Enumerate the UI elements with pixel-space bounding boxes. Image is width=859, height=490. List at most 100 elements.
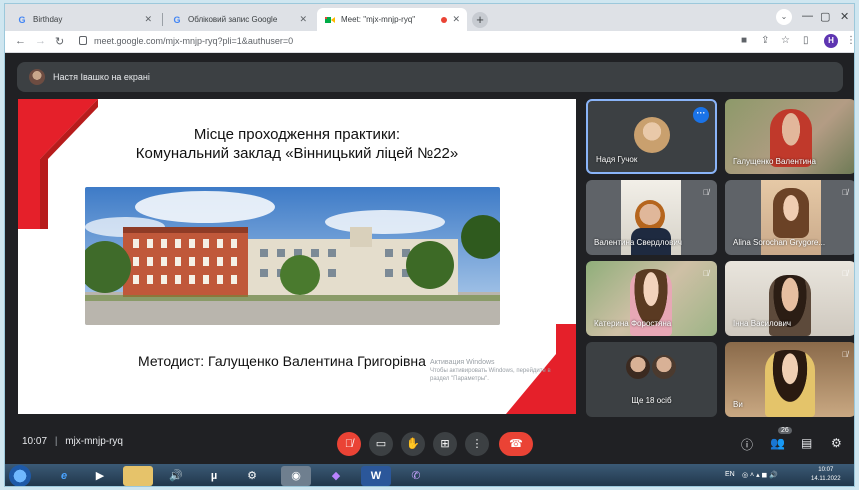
watermark-line: раздел "Параметры". [430,376,489,382]
word-icon[interactable]: W [361,466,391,486]
profile-avatar[interactable]: H [824,34,838,48]
share-icon[interactable]: ⇪ [761,35,769,46]
language-indicator[interactable]: EN [725,471,735,478]
tab-birthday[interactable]: G Birthday ✕ [9,8,159,31]
close-icon[interactable]: ✕ [452,14,460,25]
participant-avatar [634,117,670,153]
chat-icon[interactable]: ▤ [801,436,812,450]
camera-toggle-button[interactable]: ▭ [369,432,393,456]
chrome-icon[interactable]: ◉ [281,466,311,486]
clock-date: 14.11.2022 [811,476,841,482]
google-g-icon: G [173,14,181,25]
mic-off-icon: 🎙̸ [842,350,848,359]
participant-name: Інна Василович [733,319,792,328]
maximize-icon[interactable]: ▢ [820,10,830,23]
activities-icon[interactable]: ⚙ [831,436,842,450]
meet-logo-icon [325,15,335,25]
new-tab-button[interactable]: + [472,12,488,28]
mic-toggle-button[interactable]: 🎙̸ [337,432,361,456]
screen: G Birthday ✕ G Обліковий запис Google ✕ … [4,3,855,487]
minimize-icon[interactable]: — [802,10,813,22]
participant-video [765,350,815,417]
participant-name: Валентина Свердлович [594,238,682,247]
mic-off-icon: 🎙̸ [703,269,709,278]
participant-tile-self[interactable]: 🎙̸ Ви [725,342,854,417]
close-window-icon[interactable]: ✕ [840,10,849,23]
side-panel-icon[interactable]: ▯ [803,35,809,46]
close-icon[interactable]: ✕ [144,14,152,25]
meeting-code: mjx-mnjp-ryq [65,436,123,447]
presenter-avatar [29,69,45,85]
recording-dot-icon [441,16,447,23]
bookmark-star-icon[interactable]: ☆ [781,35,790,46]
end-call-button[interactable]: ☎ [499,432,533,456]
slide-title: Місце проходження практики: Комунальний … [18,125,576,163]
tab-title: Meet: "mjx-mnjp-ryq" [341,15,416,24]
slide-methodist: Методист: Галущенко Валентина Григорівна [138,353,426,369]
media-player-icon[interactable]: ▶ [85,466,115,486]
meeting-details-icon[interactable]: ⓘ [741,436,753,453]
tab-title: Birthday [33,15,63,24]
participant-tile[interactable]: 🎙̸ Інна Василович [725,261,854,336]
tab-title: Обліковий запис Google [188,15,278,24]
participant-name: Ви [733,400,743,409]
tab-google-account[interactable]: G Обліковий запис Google ✕ [164,8,314,31]
participant-tile[interactable]: 🎙̸ Alina Sorochan Grygore... [725,180,854,255]
meeting-info-separator: | [54,436,58,447]
tab-meet[interactable]: Meet: "mjx-mnjp-ryq" ✕ [317,8,467,31]
meet-control-bar: 10:07 | mjx-mnjp-ryq 🎙̸ ▭ ✋ ⊞ ⋮ ☎ ⓘ 👥 26… [5,422,854,462]
browser-menu-icon[interactable]: ⋮ [846,35,854,46]
mic-off-icon: 🎙̸ [842,269,848,278]
tab-separator [162,13,163,26]
start-button[interactable] [9,465,31,486]
audio-app-icon[interactable]: 🔊 [161,466,191,486]
lock-icon[interactable] [79,36,87,45]
participant-avatar [652,355,676,379]
more-options-button[interactable]: ⋮ [465,432,489,456]
presenter-banner-text: Настя Івашко на екрані [53,72,150,82]
internet-explorer-icon[interactable]: e [49,466,79,486]
meeting-time: 10:07 [22,436,48,447]
school-photo [85,187,500,325]
tray-icons[interactable]: ◎ ˄ ▴ ◼ 🔊 [742,471,778,479]
forward-icon[interactable]: → [35,35,46,47]
torrent-icon[interactable]: µ [199,466,229,486]
participant-tile[interactable]: 🎙̸ Валентина Свердлович [586,180,717,255]
watermark-line: Чтобы активировать Windows, перейдите в [430,368,551,374]
participant-tile[interactable]: 🎙̸ Катерина Форостяна [586,261,717,336]
slide-title-line-2: Комунальний заклад «Вінницький ліцей №22… [135,145,459,162]
url-bar[interactable]: meet.google.com/mjx-mnjp-ryq?pli=1&authu… [94,36,293,46]
more-options-icon[interactable]: ··· [693,107,709,123]
close-icon[interactable]: ✕ [299,14,307,25]
people-icon[interactable]: 👥 [770,436,785,450]
back-icon[interactable]: ← [15,35,26,47]
visual-studio-icon[interactable]: ◆ [321,466,351,486]
reload-icon[interactable]: ↻ [55,35,64,48]
raise-hand-button[interactable]: ✋ [401,432,425,456]
participant-name: Надя Гучок [596,155,638,164]
windows-activation-watermark: Активация Windows Чтобы активировать Win… [430,359,551,383]
camera-in-use-icon[interactable]: ■ [741,35,747,46]
watermark-line: Активация Windows [430,359,495,366]
slide-title-line-1: Місце проходження практики: [193,126,401,143]
participant-tile[interactable]: Галущенко Валентина [725,99,854,174]
taskbar-clock[interactable]: 10:07 14.11.2022 [811,466,841,484]
app-icon[interactable]: ⚙ [237,466,267,486]
participant-name: Галущенко Валентина [733,157,816,166]
google-g-icon: G [18,14,26,25]
viber-icon[interactable]: ✆ [401,466,431,486]
participant-avatar [626,355,650,379]
participant-tile-more[interactable]: Ще 18 осіб [586,342,717,417]
file-explorer-icon[interactable] [123,466,153,486]
participant-tile[interactable]: ··· Надя Гучок [586,99,717,174]
meeting-info: 10:07 | mjx-mnjp-ryq [22,436,123,447]
tab-search-chevron-icon[interactable]: ⌄ [776,9,792,25]
browser-tab-strip: G Birthday ✕ G Обліковий запис Google ✕ … [5,4,854,31]
mic-off-icon: 🎙̸ [703,188,709,197]
mic-off-icon: 🎙̸ [842,188,848,197]
shared-presentation: Місце проходження практики: Комунальний … [18,99,576,414]
presenter-banner: Настя Івашко на екрані [17,62,843,92]
present-button[interactable]: ⊞ [433,432,457,456]
participants-count-badge: 26 [778,427,792,434]
more-participants-label: Ще 18 осіб [631,396,672,405]
